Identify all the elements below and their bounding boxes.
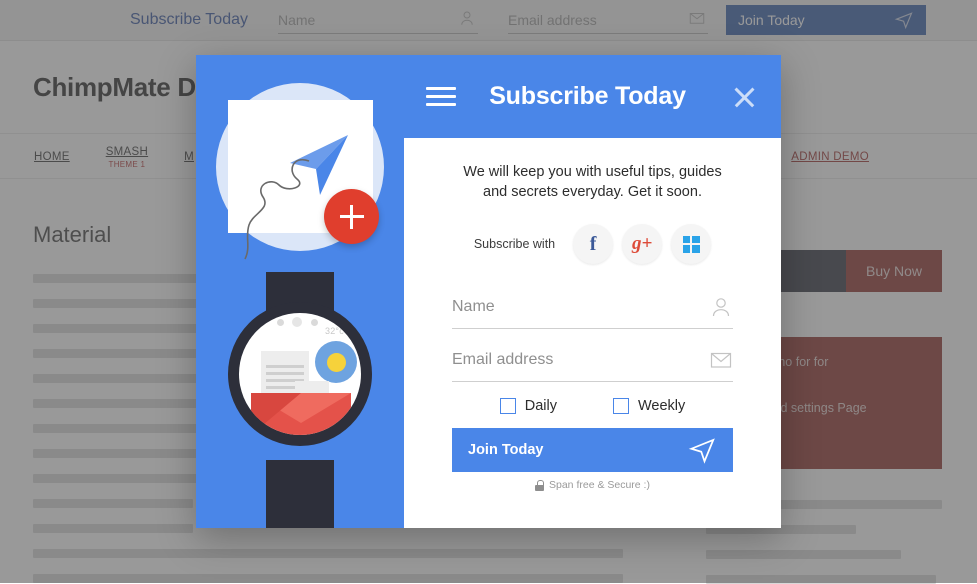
send-icon — [688, 438, 715, 464]
kite-string — [244, 158, 310, 260]
watch-strap-bottom — [266, 460, 334, 528]
facebook-icon: f — [589, 232, 597, 255]
name-field[interactable]: Name — [452, 286, 733, 329]
user-icon — [712, 298, 730, 317]
sun-icon — [327, 353, 346, 372]
google-plus-icon: g+ — [631, 233, 653, 254]
frequency-checkboxes: Daily Weekly — [452, 398, 733, 414]
watch-dot — [277, 319, 284, 326]
add-fab-button[interactable] — [324, 189, 379, 244]
smartwatch: 32°c — [228, 302, 372, 446]
modal-panel: Subscribe Today We will keep you with us… — [404, 55, 781, 528]
social-label: Subscribe with — [473, 237, 556, 251]
subscribe-modal: 32°c Subscribe Today We will keep you wi… — [196, 55, 781, 528]
email-field[interactable]: Email address — [452, 339, 733, 382]
secure-note-text: Span free & Secure :) — [549, 479, 650, 491]
weather-temperature: 32°c — [325, 326, 344, 336]
checkbox-label: Daily — [524, 398, 557, 414]
modal-body: We will keep you with useful tips, guide… — [404, 138, 781, 491]
join-today-label: Join Today — [468, 442, 544, 458]
windows-icon — [682, 235, 700, 253]
watch-face: 32°c — [239, 313, 361, 435]
page-root: Subscribe Today Name Email address Join … — [0, 0, 977, 584]
secure-note: Span free & Secure :) — [452, 479, 733, 491]
modal-description: We will keep you with useful tips, guide… — [463, 164, 722, 200]
checkbox-box[interactable] — [499, 398, 516, 414]
modal-header: Subscribe Today — [404, 55, 781, 138]
join-today-button[interactable]: Join Today — [452, 428, 733, 472]
modal-illustration: 32°c — [196, 55, 404, 528]
social-signup-row: Subscribe with f g+ — [452, 224, 733, 264]
close-icon[interactable] — [729, 82, 759, 112]
envelope-shade — [251, 393, 301, 435]
facebook-button[interactable]: f — [573, 224, 614, 264]
lock-icon — [535, 479, 544, 491]
modal-title: Subscribe Today — [489, 82, 686, 110]
checkbox-box[interactable] — [612, 398, 629, 414]
checkbox-daily[interactable]: Daily — [499, 398, 557, 414]
email-placeholder: Email address — [452, 351, 554, 368]
google-plus-button[interactable]: g+ — [622, 224, 663, 264]
watch-dot — [311, 319, 318, 326]
envelope-icon — [710, 352, 732, 368]
checkbox-weekly[interactable]: Weekly — [612, 398, 686, 414]
windows-button[interactable] — [671, 224, 712, 264]
checkbox-label: Weekly — [637, 398, 686, 414]
name-placeholder: Name — [452, 298, 495, 315]
watch-dot — [292, 317, 302, 327]
